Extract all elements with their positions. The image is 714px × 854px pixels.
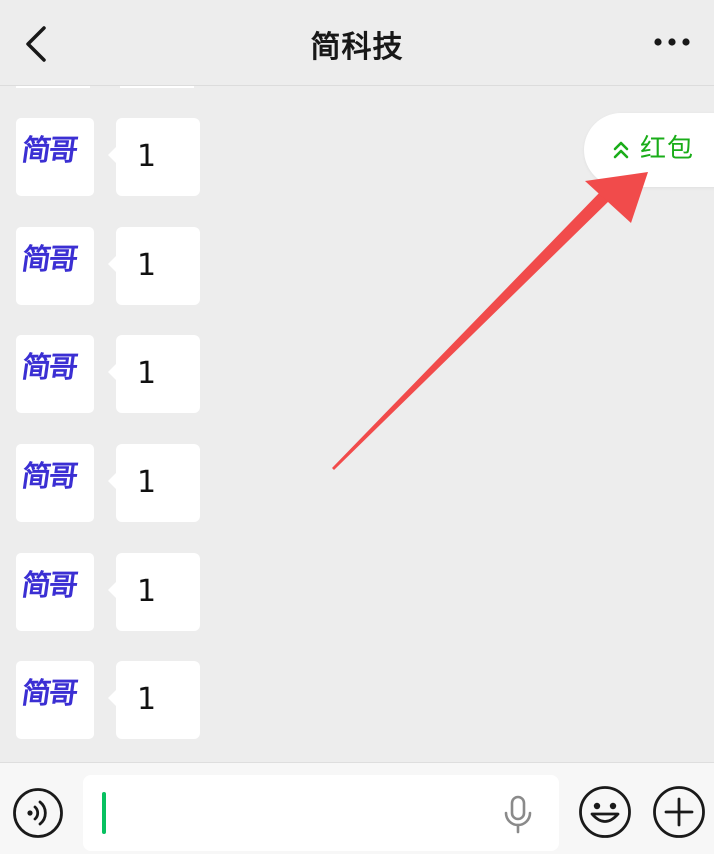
avatar-text: 简哥 [19, 676, 79, 710]
message-bubble[interactable]: 1 [108, 118, 200, 196]
message-text: 1 [137, 574, 157, 609]
avatar[interactable]: 简哥 [16, 227, 94, 305]
avatar[interactable]: 简哥 [16, 553, 94, 631]
avatar-text: 简哥 [19, 459, 79, 493]
message-bubble[interactable]: 1 [108, 553, 200, 631]
chat-title: 简科技 [310, 30, 404, 65]
message-text: 1 [137, 682, 157, 717]
ellipsis-icon[interactable] [654, 34, 690, 50]
avatar-text: 简哥 [19, 133, 79, 167]
avatar-text: 简哥 [19, 350, 79, 384]
previous-bubble-edge [120, 86, 194, 88]
message-row: 简哥 1 [16, 553, 216, 631]
message-row: 简哥 1 [16, 335, 216, 413]
message-row: 简哥 1 [16, 227, 216, 305]
avatar[interactable]: 简哥 [16, 661, 94, 739]
microphone-icon[interactable] [503, 795, 533, 835]
message-text: 1 [137, 139, 157, 174]
message-input[interactable] [83, 775, 559, 851]
message-text: 1 [137, 465, 157, 500]
red-packet-jump-button[interactable]: 红包 [584, 113, 714, 187]
avatar[interactable]: 简哥 [16, 118, 94, 196]
message-bubble[interactable]: 1 [108, 227, 200, 305]
message-row: 简哥 1 [16, 661, 216, 739]
message-text: 1 [137, 356, 157, 391]
avatar-text: 简哥 [19, 568, 79, 602]
message-bubble[interactable]: 1 [108, 444, 200, 522]
plus-circle-icon[interactable] [652, 785, 706, 839]
message-text: 1 [137, 248, 157, 283]
avatar-text: 简哥 [19, 242, 79, 276]
message-bubble[interactable]: 1 [108, 335, 200, 413]
double-chevron-up-icon [613, 141, 629, 159]
red-packet-label: 红包 [640, 134, 695, 164]
text-cursor [102, 792, 106, 834]
avatar[interactable]: 简哥 [16, 444, 94, 522]
message-bubble[interactable]: 1 [108, 661, 200, 739]
input-bar [0, 762, 714, 854]
message-list[interactable]: 简哥 1 简哥 1 简哥 1 简哥 1 简哥 1 简哥 1 [0, 86, 714, 762]
previous-avatar-edge [16, 86, 90, 88]
message-row: 简哥 1 [16, 118, 216, 196]
avatar[interactable]: 简哥 [16, 335, 94, 413]
chat-header: 简科技 [0, 0, 714, 86]
voice-icon[interactable] [12, 787, 64, 839]
emoji-icon[interactable] [578, 785, 632, 839]
message-row: 简哥 1 [16, 444, 216, 522]
